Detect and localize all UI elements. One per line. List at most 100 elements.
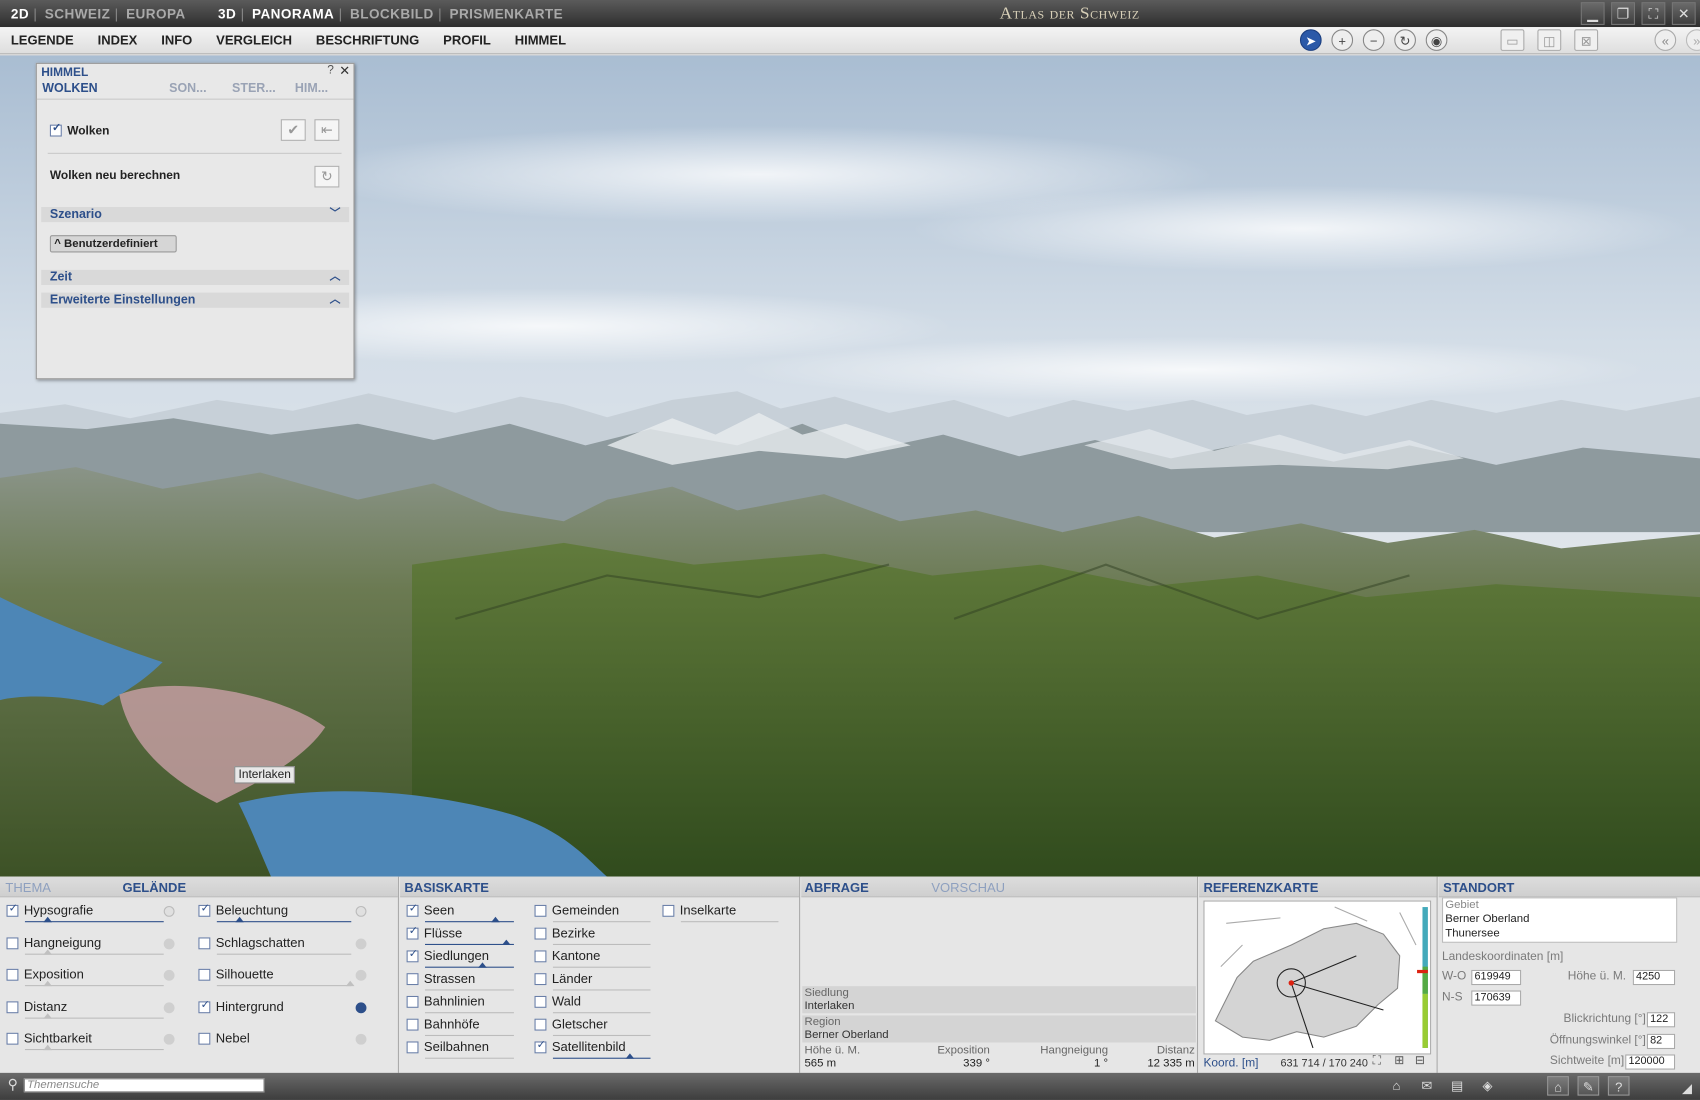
option-seilbahnen[interactable]: Seilbahnen <box>406 1039 514 1059</box>
pointer-icon[interactable]: ➤ <box>1299 29 1322 51</box>
option-nebel[interactable]: Nebel <box>198 1031 250 1046</box>
rotate-icon[interactable]: ↻ <box>1394 29 1416 51</box>
option-distanz[interactable]: Distanz <box>6 999 164 1019</box>
option-wald[interactable]: Wald <box>534 994 651 1014</box>
apply-icon[interactable]: ✔ <box>280 119 306 141</box>
zoom-out-icon[interactable]: ⊟ <box>1415 1053 1425 1067</box>
collapse-left-icon[interactable]: « <box>1654 29 1677 51</box>
option-dot[interactable] <box>163 969 175 981</box>
tab-standort[interactable]: STANDORT <box>1443 880 1514 895</box>
mode-panorama[interactable]: PANORAMA <box>252 7 334 22</box>
mode-3d[interactable]: 3D <box>218 7 236 22</box>
zoom-out-icon[interactable]: − <box>1362 29 1385 51</box>
zoom-in-icon[interactable]: ⊞ <box>1394 1053 1404 1067</box>
option-bezirke[interactable]: Bezirke <box>534 925 651 945</box>
maximize-icon[interactable]: ⛶ <box>1641 2 1666 25</box>
option-hintergrund[interactable]: Hintergrund <box>198 999 284 1014</box>
layers-icon[interactable]: ◈ <box>1477 1076 1499 1096</box>
reference-map[interactable] <box>1203 900 1432 1055</box>
tools-icon[interactable]: ✎ <box>1577 1076 1600 1096</box>
help-icon[interactable]: ? <box>1607 1076 1630 1096</box>
option-exposition[interactable]: Exposition <box>6 967 164 987</box>
menu-legende[interactable]: LEGENDE <box>11 33 74 48</box>
split-vertical-icon[interactable]: ◫ <box>1537 29 1562 51</box>
ns-input[interactable]: 170639 <box>1471 990 1522 1006</box>
option-dot[interactable] <box>355 1033 367 1045</box>
tab-gelaende[interactable]: GELÄNDE <box>123 880 187 895</box>
option-dot[interactable] <box>163 938 175 950</box>
hoehe-input[interactable]: 4250 <box>1632 969 1676 986</box>
menu-info[interactable]: INFO <box>161 33 192 48</box>
option-schlagschatten[interactable]: Schlagschatten <box>198 935 352 955</box>
tab-himmel[interactable]: HIM... <box>295 82 328 95</box>
option-gemeinden[interactable]: Gemeinden <box>534 903 651 923</box>
option-dot[interactable] <box>355 938 367 950</box>
mode-europa[interactable]: EUROPA <box>126 7 186 22</box>
menu-beschriftung[interactable]: BESCHRIFTUNG <box>316 33 419 48</box>
option-hypsografie[interactable]: Hypsografie <box>6 903 164 923</box>
refresh-icon[interactable]: ↻ <box>314 165 340 188</box>
expand-icon[interactable] <box>355 905 367 917</box>
szenario-dropdown[interactable]: ^ Benutzerdefiniert <box>49 235 177 253</box>
tab-sonne[interactable]: SON... <box>169 82 206 95</box>
expand-icon[interactable] <box>163 905 175 917</box>
option-sichtbarkeit[interactable]: Sichtbarkeit <box>6 1031 164 1051</box>
tab-vorschau[interactable]: VORSCHAU <box>931 880 1005 895</box>
option-laender[interactable]: Länder <box>534 971 651 991</box>
option-dot-active[interactable] <box>355 1002 367 1014</box>
blickrichtung-input[interactable]: 122 <box>1646 1012 1676 1028</box>
search-input[interactable]: Themensuche <box>23 1078 265 1093</box>
option-seen[interactable]: Seen <box>406 903 514 923</box>
tab-referenzkarte[interactable]: REFERENZKARTE <box>1203 880 1318 895</box>
mode-blockbild[interactable]: BLOCKBILD <box>350 7 434 22</box>
option-dot[interactable] <box>163 1002 175 1014</box>
tab-abfrage[interactable]: ABFRAGE <box>804 880 868 895</box>
close-icon[interactable]: ✕ <box>1671 2 1696 25</box>
bookmark-icon[interactable]: ✉ <box>1416 1076 1438 1096</box>
house-icon[interactable]: ⌂ <box>1547 1076 1569 1096</box>
split-horizontal-icon[interactable]: ▭ <box>1500 29 1525 51</box>
print-icon[interactable]: ▤ <box>1446 1076 1468 1096</box>
help-icon[interactable]: ? <box>327 64 334 77</box>
mode-schweiz[interactable]: SCHWEIZ <box>45 7 111 22</box>
section-erweiterte-einstellungen[interactable]: Erweiterte Einstellungen ︿ <box>41 292 350 308</box>
city-label-interlaken[interactable]: Interlaken <box>234 766 296 784</box>
menu-himmel[interactable]: HIMMEL <box>515 33 566 48</box>
close-icon[interactable]: ✕ <box>339 63 350 78</box>
section-szenario[interactable]: Szenario ﹀ <box>41 206 350 223</box>
tab-basiskarte[interactable]: BASISKARTE <box>404 880 489 895</box>
resize-grip-icon[interactable]: ◢ <box>1676 1078 1698 1098</box>
section-zeit[interactable]: Zeit ︿ <box>41 269 350 286</box>
collapse-right-icon[interactable]: » <box>1685 29 1700 51</box>
menu-index[interactable]: INDEX <box>98 33 138 48</box>
restore-icon[interactable]: ❐ <box>1611 2 1635 25</box>
mode-2d[interactable]: 2D <box>11 7 29 22</box>
minimize-icon[interactable]: ▁ <box>1580 2 1605 25</box>
option-inselkarte[interactable]: Inselkarte <box>662 903 779 923</box>
fullscreen-icon[interactable]: ⛶ <box>1373 1054 1381 1068</box>
zoom-in-icon[interactable]: + <box>1331 29 1354 51</box>
option-kantone[interactable]: Kantone <box>534 948 651 968</box>
option-dot[interactable] <box>355 969 367 981</box>
no-split-icon[interactable]: ⊠ <box>1574 29 1599 51</box>
oeffnungswinkel-input[interactable]: 82 <box>1646 1033 1676 1050</box>
option-beleuchtung[interactable]: Beleuchtung <box>198 903 352 923</box>
wo-input[interactable]: 619949 <box>1471 969 1522 986</box>
option-strassen[interactable]: Strassen <box>406 971 514 991</box>
option-silhouette[interactable]: Silhouette <box>198 967 355 987</box>
menu-vergleich[interactable]: VERGLEICH <box>216 33 292 48</box>
tab-wolken[interactable]: WOLKEN <box>42 82 97 95</box>
sichtweite-input[interactable]: 120000 <box>1625 1054 1676 1070</box>
viewpoint-icon[interactable]: ◉ <box>1425 29 1448 51</box>
option-bahnlinien[interactable]: Bahnlinien <box>406 994 514 1014</box>
wolken-toggle[interactable]: Wolken <box>49 122 109 138</box>
option-satellitenbild[interactable]: Satellitenbild <box>534 1039 651 1059</box>
option-gletscher[interactable]: Gletscher <box>534 1017 651 1037</box>
home-icon[interactable]: ⌂ <box>1386 1076 1408 1096</box>
menu-profil[interactable]: PROFIL <box>443 33 491 48</box>
tab-sterne[interactable]: STER... <box>232 82 276 95</box>
tab-thema[interactable]: THEMA <box>5 880 51 895</box>
mode-prismenkarte[interactable]: PRISMENKARTE <box>449 7 563 22</box>
checkbox-icon[interactable] <box>49 122 62 137</box>
reset-icon[interactable]: ⇤ <box>314 119 340 141</box>
